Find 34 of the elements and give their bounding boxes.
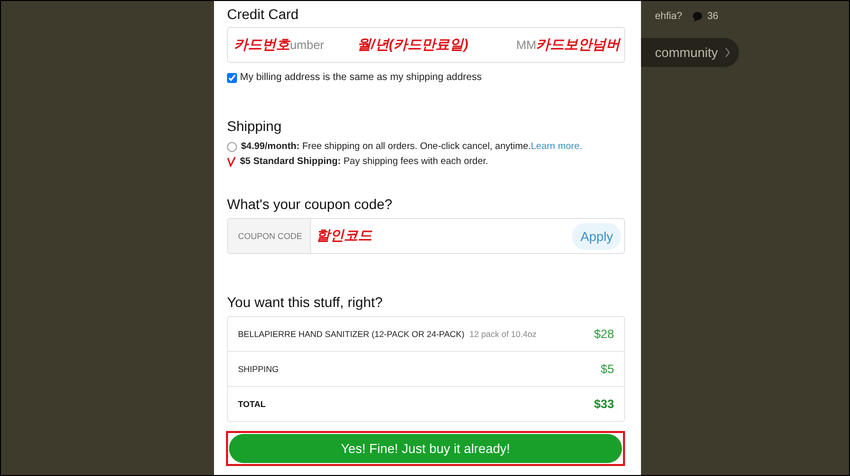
apply-button[interactable]: Apply: [572, 222, 621, 250]
annotation-text: 월/년(카드만료일): [357, 36, 468, 54]
section-heading: Shipping: [227, 118, 282, 134]
comment-icon: [692, 11, 704, 22]
annotation-text: 할인코드: [316, 227, 372, 245]
placeholder-text: MM: [516, 38, 536, 52]
item-detail: 12 pack of 10.4oz: [469, 329, 537, 339]
radio-button[interactable]: [227, 142, 237, 152]
section-heading: What's your coupon code?: [227, 196, 394, 212]
price-text: $33: [594, 397, 614, 411]
coupon-field[interactable]: COUPON CODE 할인코드 Apply: [227, 218, 625, 254]
checkbox-label: My billing address is the same as my shipping address: [240, 72, 482, 83]
card-input-field[interactable]: 카드번호umber 월/년(카드만료일) MM카드보안넘버: [227, 27, 625, 63]
chevron-right-icon: [724, 47, 731, 58]
coupon-label: COUPON CODE: [228, 219, 312, 253]
community-button[interactable]: community: [641, 38, 739, 67]
item-name: TOTAL: [238, 399, 266, 409]
section-heading: Credit Card: [227, 6, 300, 22]
section-heading: You want this stuff, right?: [227, 294, 384, 310]
learn-more-link[interactable]: Learn more.: [530, 141, 582, 152]
annotation-text: 카드번호: [234, 36, 290, 54]
price-text: $5: [600, 362, 614, 376]
option-label: $4.99/month: Free shipping on all orders. One-click cancel, anytime.Learn more.: [241, 141, 582, 152]
item-name: BELLAPIERRE HAND SANITIZER (12-PACK OR 24-PACK): [238, 329, 464, 339]
billing-checkbox[interactable]: [227, 72, 237, 82]
comment-count: 36: [707, 11, 718, 22]
check-mark-icon[interactable]: [227, 156, 236, 167]
placeholder-text: umber: [290, 38, 324, 52]
question-text: ehfia?: [655, 11, 682, 22]
option-label: $5 Standard Shipping: Pay shipping fees with each order.: [240, 156, 488, 167]
buy-button[interactable]: Yes! Fine! Just buy it already!: [229, 434, 622, 463]
item-name: SHIPPING: [238, 364, 279, 374]
price-text: $28: [594, 327, 614, 341]
annotation-text: 카드보안넘버: [536, 36, 620, 54]
